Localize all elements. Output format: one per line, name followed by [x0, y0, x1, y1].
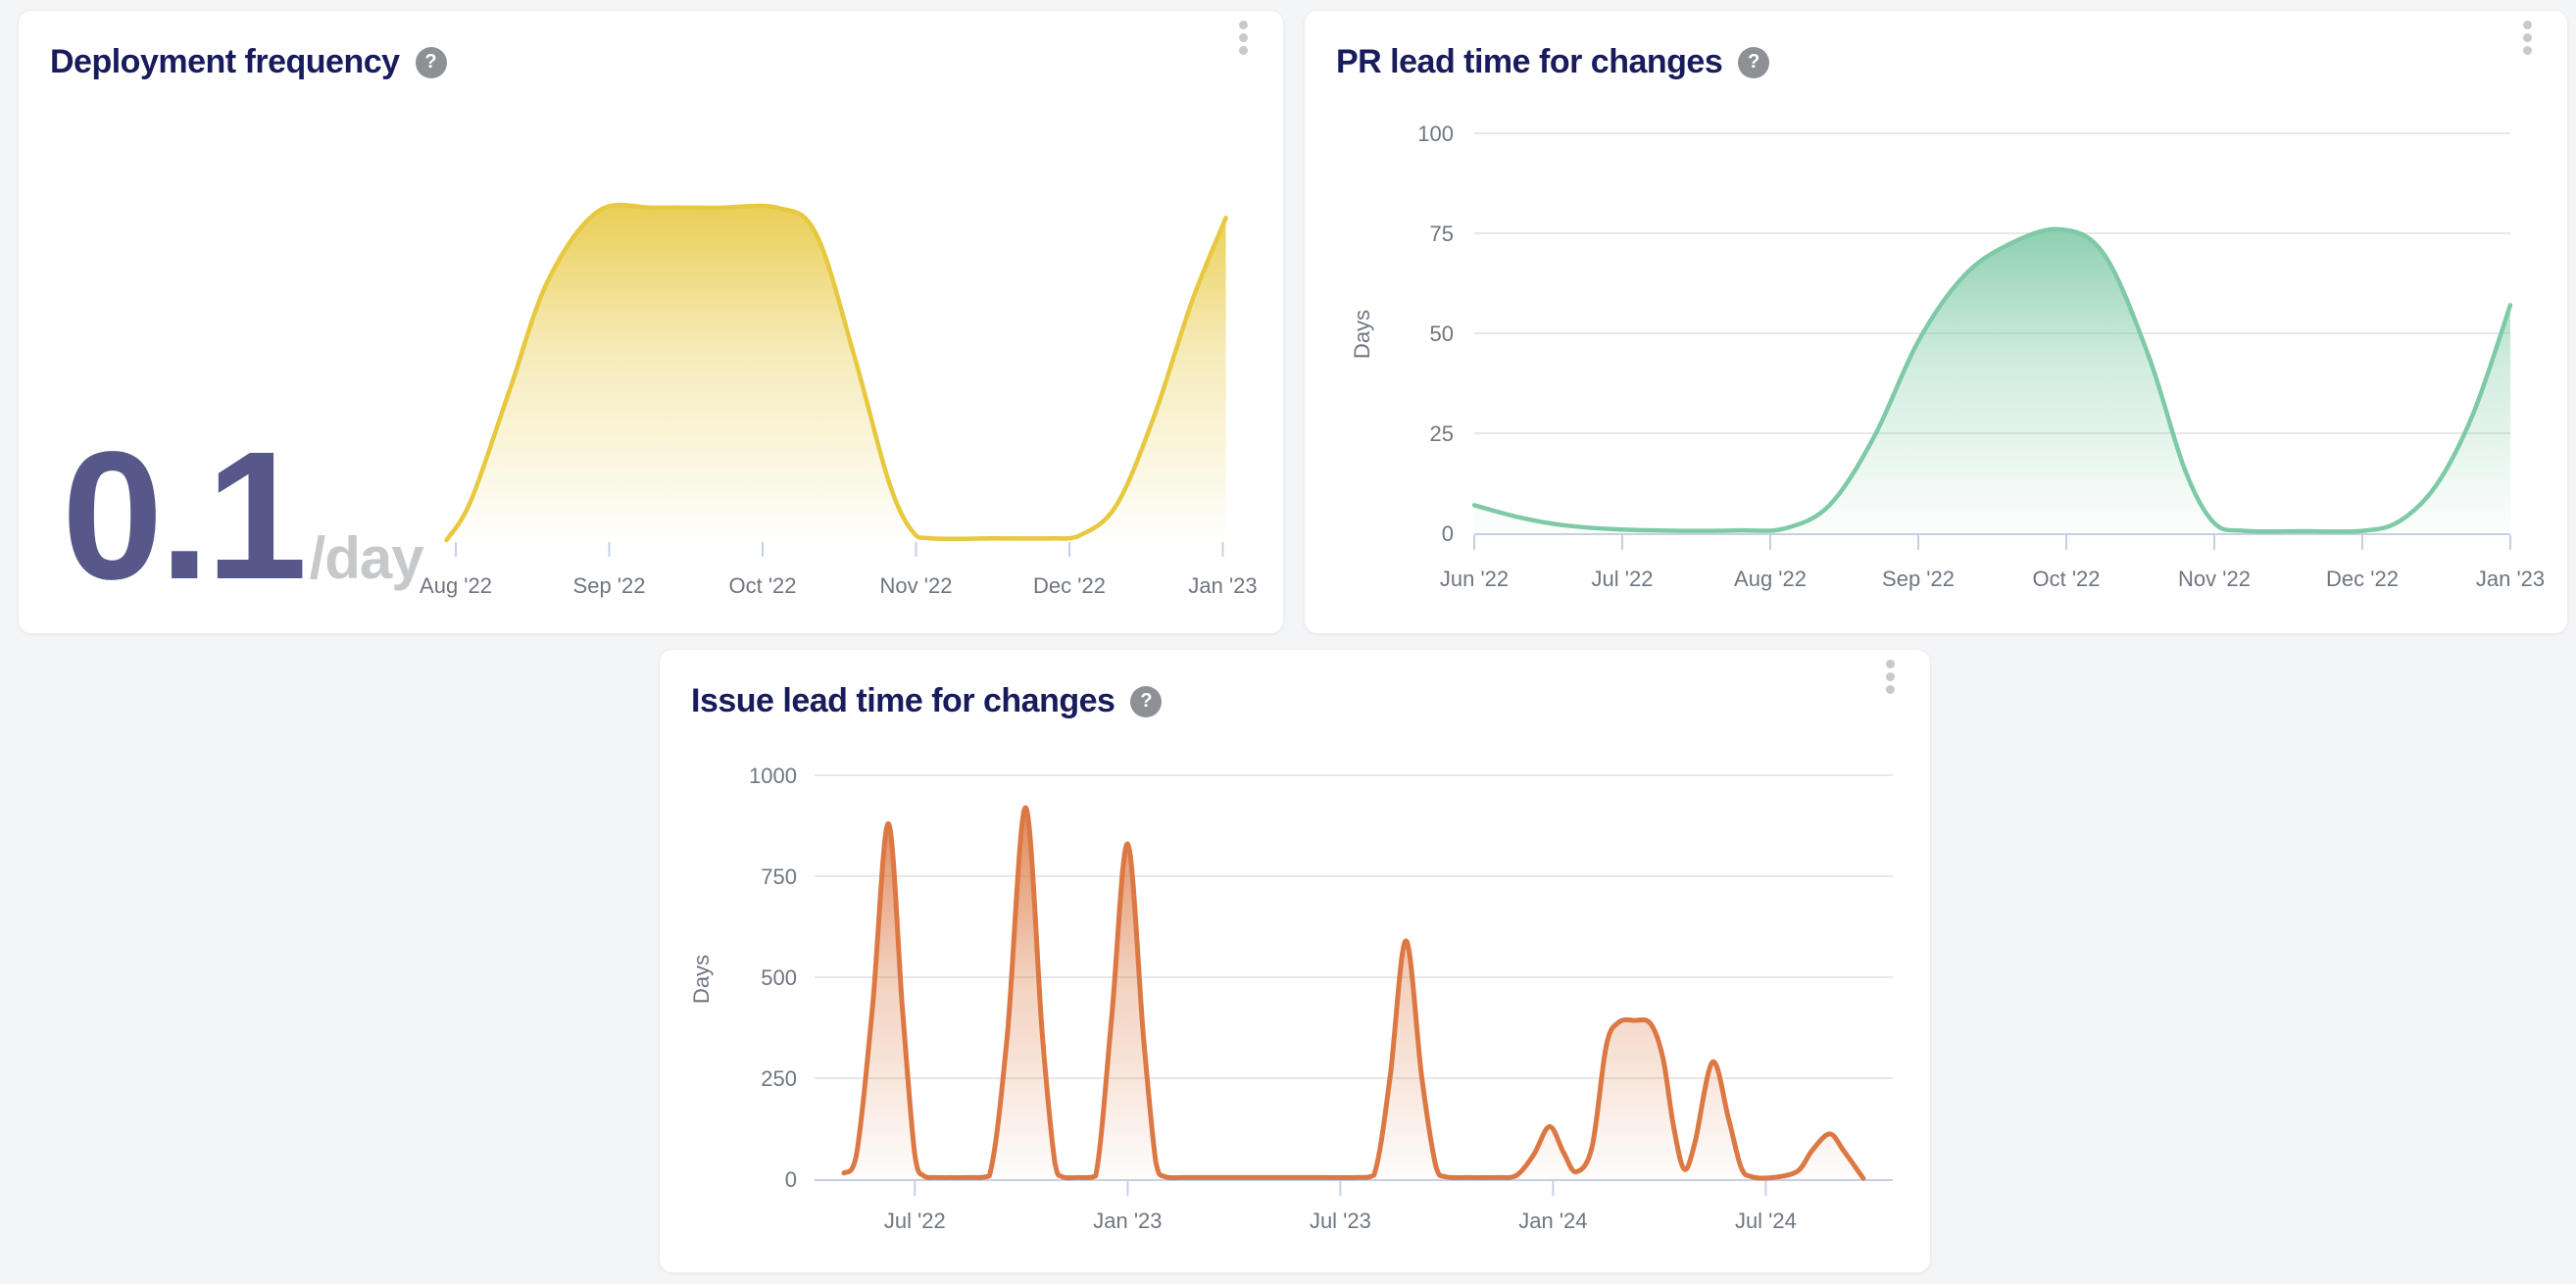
kebab-menu-icon[interactable]	[1231, 13, 1256, 63]
card-header: Issue lead time for changes ?	[660, 650, 1930, 719]
svg-text:Sep '22: Sep '22	[1882, 567, 1955, 591]
svg-text:Aug '22: Aug '22	[420, 573, 492, 598]
svg-text:Dec '22: Dec '22	[2326, 567, 2399, 591]
help-icon[interactable]: ?	[1738, 47, 1769, 78]
kebab-dot	[1239, 46, 1248, 55]
svg-text:Days: Days	[1350, 310, 1374, 359]
card-pr-lead-time: Jun '22 Jul '22 Aug '22 Sep '22 Oct '22 Nov '…	[1304, 10, 2568, 634]
svg-text:1000: 1000	[749, 764, 797, 788]
svg-text:Oct '22: Oct '22	[728, 573, 796, 598]
kebab-dot	[2523, 46, 2532, 55]
svg-text:Jul '23: Jul '23	[1310, 1209, 1371, 1233]
svg-text:Nov '22: Nov '22	[2178, 567, 2251, 591]
card-header: Deployment frequency ?	[19, 11, 1283, 80]
pr-lead-time-chart[interactable]: Jun '22 Jul '22 Aug '22 Sep '22 Oct '22 Nov '…	[1305, 11, 2567, 633]
svg-text:Jan '23: Jan '23	[1188, 573, 1257, 598]
kebab-dot	[2523, 21, 2532, 29]
metric-value: 0.1	[62, 434, 304, 598]
card-header: PR lead time for changes ?	[1305, 11, 2567, 80]
svg-text:25: 25	[1430, 421, 1454, 446]
svg-text:750: 750	[761, 864, 797, 889]
svg-text:500: 500	[761, 965, 797, 990]
help-icon[interactable]: ?	[416, 47, 447, 78]
svg-text:Jul '24: Jul '24	[1735, 1209, 1797, 1233]
kebab-dot	[1886, 685, 1895, 694]
svg-text:250: 250	[761, 1066, 797, 1091]
svg-text:Jun '22: Jun '22	[1440, 567, 1509, 591]
svg-text:Days: Days	[689, 955, 714, 1004]
metric: 0.1 /day	[62, 434, 423, 598]
kebab-menu-icon[interactable]	[2515, 13, 2540, 63]
kebab-dot	[1239, 21, 1248, 29]
kebab-menu-icon[interactable]	[1878, 652, 1903, 702]
help-icon[interactable]: ?	[1130, 686, 1162, 717]
svg-text:Jan '24: Jan '24	[1518, 1209, 1587, 1233]
svg-text:Nov '22: Nov '22	[880, 573, 953, 598]
svg-text:Oct '22: Oct '22	[2032, 567, 2100, 591]
svg-text:50: 50	[1430, 321, 1454, 346]
kebab-dot	[1239, 33, 1248, 42]
svg-text:Dec '22: Dec '22	[1033, 573, 1106, 598]
svg-text:0: 0	[785, 1167, 797, 1192]
svg-text:0: 0	[1442, 521, 1454, 546]
card-title: PR lead time for changes	[1336, 44, 1722, 80]
svg-text:Jan '23: Jan '23	[2476, 567, 2545, 591]
svg-text:Sep '22: Sep '22	[573, 573, 646, 598]
svg-text:Jan '23: Jan '23	[1093, 1209, 1162, 1233]
svg-text:Jul '22: Jul '22	[1592, 567, 1654, 591]
card-title: Issue lead time for changes	[691, 683, 1115, 719]
card-issue-lead-time: Jul '22 Jan '23 Jul '23 Jan '24 Jul '24 0 250 5…	[659, 649, 1931, 1273]
card-title: Deployment frequency	[50, 44, 400, 80]
svg-text:Jul '22: Jul '22	[884, 1209, 946, 1233]
kebab-dot	[2523, 33, 2532, 42]
svg-text:75: 75	[1430, 222, 1454, 246]
issue-lead-time-chart[interactable]: Jul '22 Jan '23 Jul '23 Jan '24 Jul '24 0 250 5…	[660, 650, 1930, 1272]
dashboard: Aug '22 Sep '22 Oct '22 Nov '22 Dec '22 Jan '…	[0, 0, 2576, 1284]
kebab-dot	[1886, 660, 1895, 668]
kebab-dot	[1886, 672, 1895, 681]
card-deployment-frequency: Aug '22 Sep '22 Oct '22 Nov '22 Dec '22 Jan '…	[18, 10, 1284, 634]
metric-unit: /day	[310, 524, 423, 592]
svg-text:Aug '22: Aug '22	[1734, 567, 1807, 591]
svg-text:100: 100	[1417, 122, 1454, 146]
